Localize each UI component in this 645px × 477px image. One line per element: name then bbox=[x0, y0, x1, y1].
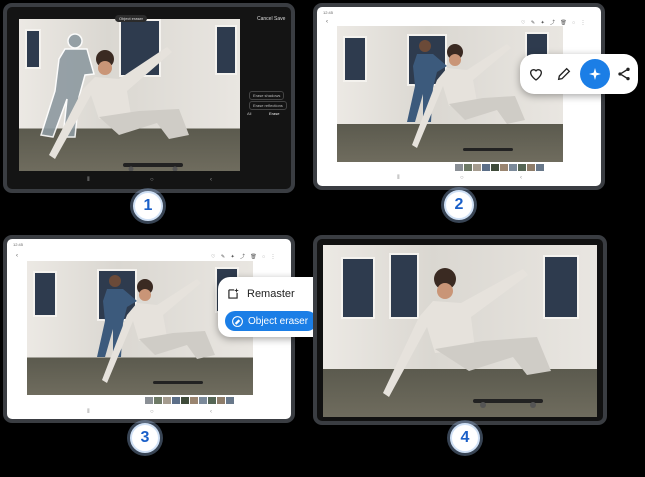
object-eraser-option[interactable]: Object eraser bbox=[225, 311, 317, 331]
nav-home-icon[interactable]: ○ bbox=[460, 175, 464, 181]
erase-reflections-option[interactable]: Erase reflections bbox=[249, 101, 287, 110]
back-icon[interactable]: ‹ bbox=[16, 253, 18, 259]
nav-recents-icon[interactable]: ⦀ bbox=[87, 177, 90, 184]
toolbar-icons: ♡ ✎ ✦ ⤴ 🗑 ◌ ⋮ bbox=[211, 254, 278, 260]
status-time: 12:45 bbox=[13, 242, 24, 247]
step-badge-3: 3 bbox=[130, 423, 160, 453]
step-badge-2: 2 bbox=[444, 190, 474, 220]
erase-shadows-option[interactable]: Erase shadows bbox=[249, 91, 285, 100]
eraser-icon bbox=[232, 315, 243, 327]
nav-home-icon[interactable]: ○ bbox=[150, 409, 154, 415]
sparkle-icon bbox=[589, 68, 601, 80]
remaster-label: Remaster bbox=[247, 288, 295, 300]
ai-edit-menu: Remaster Object eraser bbox=[218, 277, 326, 337]
back-icon[interactable]: ‹ bbox=[326, 19, 328, 25]
remaster-option[interactable]: Remaster bbox=[226, 285, 295, 303]
step-badge-1: 1 bbox=[133, 191, 163, 221]
erase-button[interactable]: Erase bbox=[269, 111, 279, 116]
object-eraser-pill: Object eraser bbox=[115, 15, 148, 22]
photo-1 bbox=[19, 19, 240, 171]
nav-recents-icon[interactable]: ⦀ bbox=[397, 175, 400, 182]
remaster-icon bbox=[228, 288, 239, 299]
tablet-4 bbox=[313, 235, 607, 425]
thumbnail-strip[interactable] bbox=[145, 397, 234, 404]
tablet-2: 12:45 ‹ ♡ ✎ ✦ ⤴ 🗑 ◌ ⋮ ⦀ ○ ‹ bbox=[313, 3, 605, 190]
tablet-4-screen bbox=[317, 239, 603, 421]
share-icon[interactable] bbox=[616, 66, 632, 82]
all-option[interactable]: All bbox=[247, 111, 251, 116]
photo-4 bbox=[323, 245, 597, 417]
nav-home-icon[interactable]: ○ bbox=[150, 177, 154, 183]
object-eraser-label: Object eraser bbox=[248, 315, 309, 327]
photo-2 bbox=[337, 26, 563, 162]
heart-icon[interactable] bbox=[528, 66, 544, 82]
nav-recents-icon[interactable]: ⦀ bbox=[87, 409, 90, 416]
cancel-button[interactable]: Cancel bbox=[257, 16, 273, 22]
ai-edit-button[interactable] bbox=[580, 59, 610, 89]
pencil-icon[interactable] bbox=[556, 66, 572, 82]
step-badge-4: 4 bbox=[450, 423, 480, 453]
tablet-1-screen: Object eraser Cancel Save Erase shadows … bbox=[7, 7, 291, 189]
nav-back-icon[interactable]: ‹ bbox=[520, 175, 522, 181]
tablet-2-screen: 12:45 ‹ ♡ ✎ ✦ ⤴ 🗑 ◌ ⋮ ⦀ ○ ‹ bbox=[317, 7, 601, 186]
edit-toolbar-popup bbox=[520, 54, 638, 94]
nav-back-icon[interactable]: ‹ bbox=[210, 409, 212, 415]
save-button[interactable]: Save bbox=[274, 16, 285, 22]
toolbar-icons: ♡ ✎ ✦ ⤴ 🗑 ◌ ⋮ bbox=[521, 20, 588, 26]
tablet-1: Object eraser Cancel Save Erase shadows … bbox=[3, 3, 295, 193]
subjects bbox=[40, 33, 189, 171]
subject bbox=[383, 268, 551, 408]
thumbnail-strip[interactable] bbox=[455, 164, 544, 171]
status-time: 12:45 bbox=[323, 10, 334, 15]
subjects bbox=[407, 40, 525, 151]
nav-back-icon[interactable]: ‹ bbox=[210, 177, 212, 183]
